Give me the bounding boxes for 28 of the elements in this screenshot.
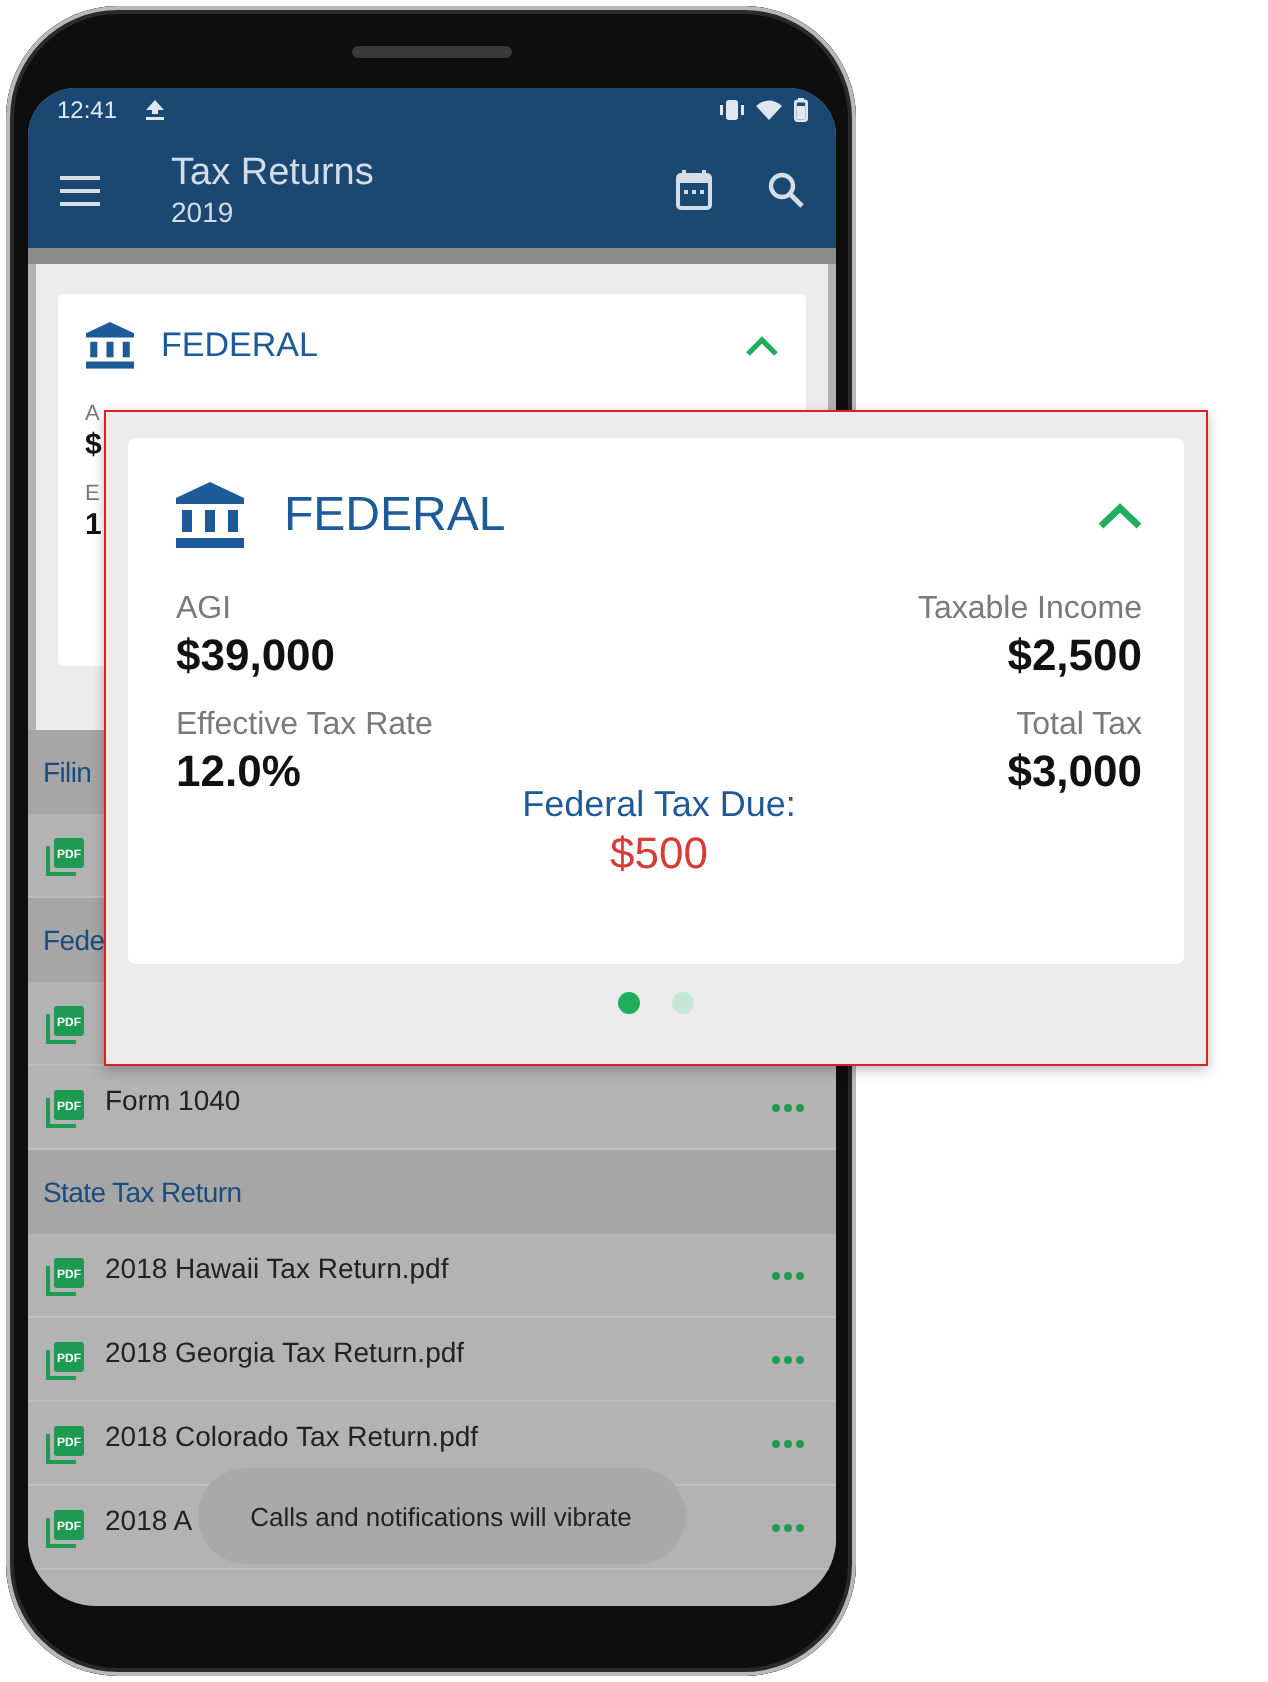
status-time: 12:41 [57, 96, 118, 124]
stat-value: 1 [85, 508, 102, 544]
stat-label: Total Tax [1016, 706, 1142, 744]
stat-label: AGI [176, 590, 232, 628]
file-name: 2018 Georgia Tax Return.pdf [105, 1335, 465, 1367]
card-title: FEDERAL [161, 326, 318, 366]
screen-subtitle: 2019 [171, 195, 236, 229]
file-name: 2018 A [105, 1503, 193, 1535]
section-title: State Tax Return [43, 1176, 242, 1208]
file-name: Form 1040 [105, 1083, 241, 1115]
stat-label: Taxable Income [917, 590, 1142, 628]
vibrate-toast: Calls and notifications will vibrate [197, 1468, 685, 1564]
section-title: Filin [43, 756, 92, 788]
stat-label: Effective Tax Rate [176, 706, 433, 744]
stat-value: $3,000 [1007, 744, 1142, 798]
section-title: Fede [43, 924, 105, 956]
file-name: 2018 Hawaii Tax Return.pdf [105, 1251, 449, 1283]
stat-value: $39,000 [176, 628, 336, 682]
stat-label: E [85, 480, 100, 508]
stat-value: 12.0% [176, 744, 301, 798]
tax-due-amount: $500 [610, 826, 708, 880]
stat-label: A [85, 400, 100, 428]
file-name: 2018 Colorado Tax Return.pdf [105, 1419, 479, 1451]
stat-value: $ [85, 428, 102, 464]
tax-due-label: Federal Tax Due: [522, 782, 796, 826]
card-title: FEDERAL [284, 488, 506, 544]
screen-title: Tax Returns [171, 151, 374, 195]
stat-value: $2,500 [1007, 628, 1142, 682]
